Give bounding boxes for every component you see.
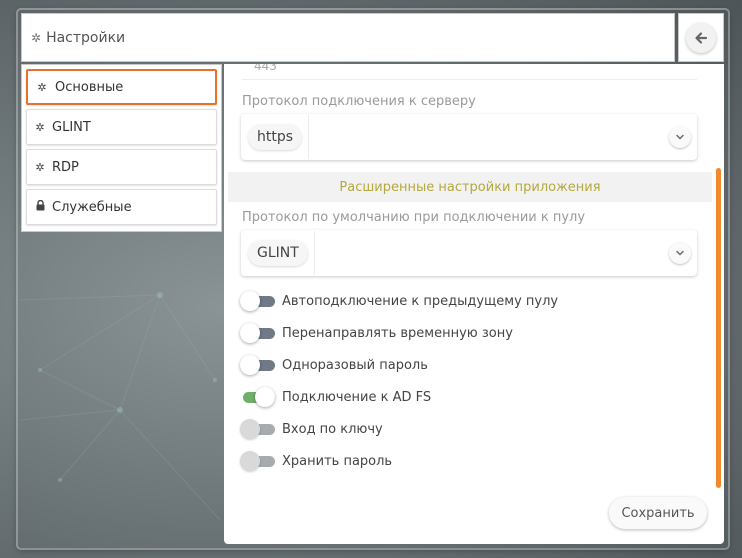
sidebar-item-glint[interactable]: ✲ GLINT — [26, 109, 217, 145]
server-protocol-label: Протокол подключения к серверу — [242, 94, 476, 109]
chevron-down-icon[interactable] — [669, 242, 691, 264]
scrollbar[interactable] — [716, 168, 721, 488]
gear-icon: ✲ — [31, 30, 42, 45]
advanced-section-title: Расширенные настройки приложения — [339, 179, 601, 195]
server-protocol-value: https — [248, 124, 303, 150]
lock-icon — [35, 199, 45, 214]
settings-content: 443 Протокол подключения к серверу https… — [224, 64, 724, 544]
pool-protocol-select[interactable]: GLINT — [241, 230, 697, 276]
header-bar: ✲ Настройки — [21, 13, 675, 62]
back-button[interactable] — [678, 13, 724, 62]
save-button-label: Сохранить — [621, 505, 695, 521]
selected-value-chip: GLINT — [242, 231, 315, 275]
toggle-label: Вход по ключу — [282, 421, 383, 437]
port-field[interactable]: 443 — [242, 64, 697, 80]
toggle-row-autoconnect: Автоподключение к предыдущему пулу — [240, 290, 558, 312]
sidebar-item-general[interactable]: ✲ Основные — [26, 69, 217, 105]
toggle-row-save-password: Хранить пароль — [240, 450, 392, 472]
toggle-label: Перенаправлять временную зону — [282, 325, 513, 341]
otp-toggle[interactable] — [240, 355, 275, 375]
arrow-left-icon — [695, 31, 708, 44]
port-value: 443 — [254, 64, 277, 73]
toggle-row-adfs: Подключение к AD FS — [240, 386, 431, 408]
server-protocol-select[interactable]: https — [241, 114, 697, 160]
toggle-row-timezone: Перенаправлять временную зону — [240, 322, 513, 344]
pool-protocol-label: Протокол по умолчанию при подключении к … — [242, 210, 586, 225]
toggle-label: Одноразовый пароль — [282, 357, 428, 373]
advanced-section-header: Расширенные настройки приложения — [228, 172, 712, 202]
autoconnect-toggle[interactable] — [240, 291, 275, 311]
sidebar-item-service[interactable]: Служебные — [26, 189, 217, 225]
sidebar-item-label: Служебные — [52, 199, 132, 215]
sidebar-item-label: Основные — [55, 79, 124, 95]
sidebar-item-rdp[interactable]: ✲ RDP — [26, 149, 217, 185]
scrollbar-thumb[interactable] — [716, 168, 721, 488]
toggle-label: Автоподключение к предыдущему пулу — [282, 293, 559, 309]
toggle-label: Подключение к AD FS — [282, 389, 432, 405]
timezone-toggle[interactable] — [240, 323, 275, 343]
gear-icon: ✲ — [35, 160, 45, 174]
gear-icon: ✲ — [37, 80, 47, 94]
toggle-row-key-login: Вход по ключу — [240, 418, 383, 440]
selected-value-chip: https — [242, 115, 310, 159]
save-password-toggle[interactable] — [240, 451, 275, 471]
key-login-toggle[interactable] — [240, 419, 275, 439]
sidebar: ✲ Основные ✲ GLINT ✲ RDP Служебные — [21, 64, 222, 232]
gear-icon: ✲ — [35, 120, 45, 134]
save-button[interactable]: Сохранить — [609, 497, 707, 529]
sidebar-item-label: GLINT — [52, 119, 91, 135]
back-button-circle[interactable] — [686, 22, 716, 53]
chevron-down-icon[interactable] — [669, 126, 691, 148]
pool-protocol-value: GLINT — [248, 240, 308, 266]
adfs-toggle[interactable] — [240, 387, 275, 407]
toggle-row-otp: Одноразовый пароль — [240, 354, 428, 376]
toggle-label: Хранить пароль — [282, 453, 393, 469]
sidebar-item-label: RDP — [52, 159, 79, 175]
page-title: Настройки — [46, 29, 126, 46]
